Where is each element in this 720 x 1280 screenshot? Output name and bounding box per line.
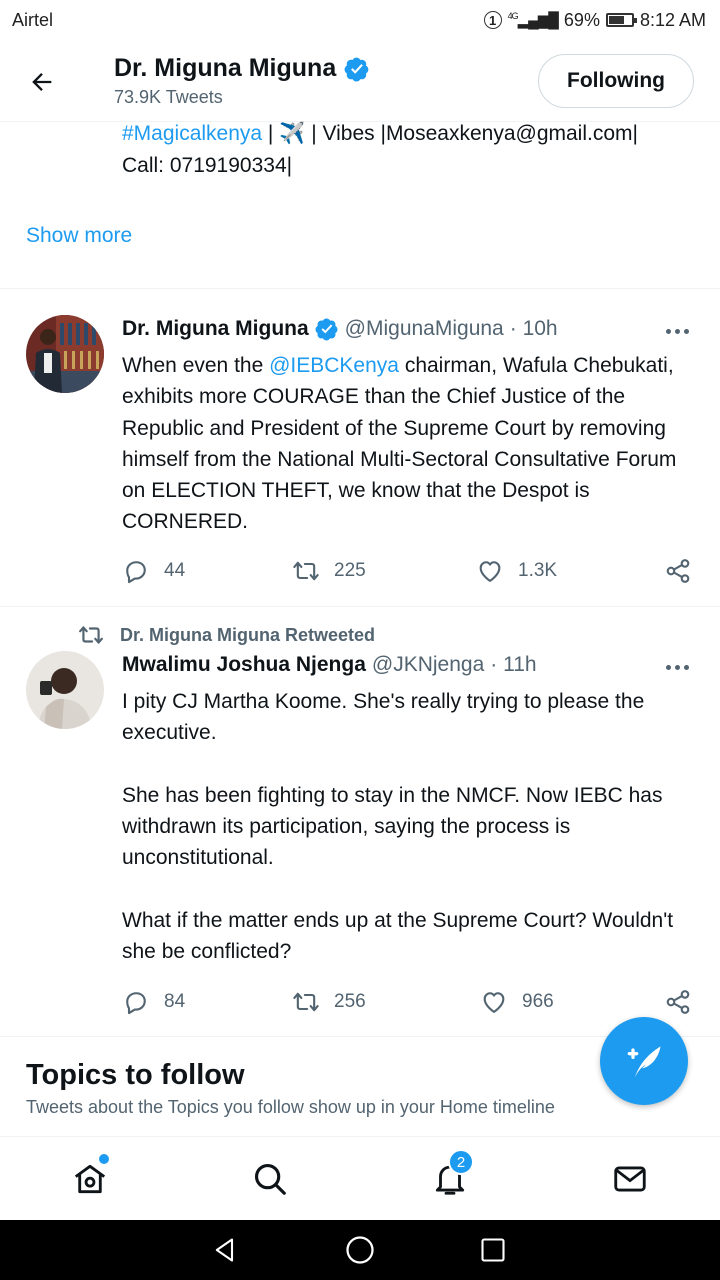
tweets-count: 73.9K Tweets xyxy=(114,87,223,107)
system-back-button[interactable] xyxy=(210,1235,240,1265)
verified-badge-icon xyxy=(315,318,338,341)
back-button[interactable] xyxy=(26,66,58,98)
reply-count: 44 xyxy=(164,560,186,581)
author-name[interactable]: Dr. Miguna Miguna xyxy=(122,317,309,341)
tweet-text: When even the @IEBCKenya chairman, Waful… xyxy=(122,350,697,538)
nav-home[interactable] xyxy=(70,1154,110,1199)
bio-separator: | xyxy=(262,122,280,145)
nav-search[interactable] xyxy=(250,1159,290,1199)
home-icon xyxy=(74,1164,106,1194)
tweet-actions: 44 225 1.3K xyxy=(122,557,694,587)
like-count: 966 xyxy=(522,991,554,1012)
triangle-back-icon xyxy=(215,1238,234,1262)
avatar[interactable] xyxy=(26,315,104,393)
tweet-text-part: When even the xyxy=(122,354,270,377)
following-button[interactable]: Following xyxy=(538,54,694,108)
reply-icon xyxy=(126,992,146,1015)
retweet-count: 225 xyxy=(334,560,366,581)
reply-button[interactable]: 44 xyxy=(122,557,185,585)
bottom-navigation: 2 xyxy=(0,1136,720,1220)
tweet-paragraph: I pity CJ Martha Koome. She's really try… xyxy=(122,690,645,745)
bio-text: | Vibes |Moseaxkenya@gmail.com| xyxy=(305,122,638,145)
envelope-icon xyxy=(614,1166,646,1192)
author-handle: @MigunaMiguna xyxy=(344,317,504,340)
show-more-link[interactable]: Show more xyxy=(26,224,132,248)
like-button[interactable]: 1.3K xyxy=(476,557,557,585)
clock: 8:12 AM xyxy=(639,9,706,30)
status-bar: Airtel 1 4G▂▄▆█ 69% 8:12 AM xyxy=(0,0,720,40)
battery-percent: 69% xyxy=(563,9,600,30)
airplane-emoji-icon: ✈️ xyxy=(279,122,306,145)
tweet-actions: 84 256 966 xyxy=(122,988,694,1018)
tweet-time: · 10h xyxy=(509,317,558,340)
retweet-icon xyxy=(293,992,319,1012)
nav-messages[interactable] xyxy=(610,1159,650,1199)
more-options-button[interactable] xyxy=(662,321,692,341)
nav-notifications[interactable]: 2 xyxy=(430,1149,474,1199)
reply-button[interactable]: 84 xyxy=(122,988,185,1016)
reply-count: 84 xyxy=(164,991,186,1012)
avatar[interactable] xyxy=(26,651,104,729)
compose-tweet-button[interactable] xyxy=(600,1017,688,1105)
battery-icon xyxy=(605,13,637,27)
tweet[interactable]: Dr. Miguna Miguna @MigunaMiguna · 10h Wh… xyxy=(0,288,720,606)
share-icon xyxy=(666,990,690,1014)
data-saver-icon: 1 xyxy=(483,11,502,29)
retweet-button[interactable]: 256 xyxy=(292,988,366,1016)
tweet-text-part: chairman, Wafula Chebukati, exhibits mor… xyxy=(122,354,677,534)
bio-phone: Call: 0719190334| xyxy=(122,154,293,177)
status-indicators: 1 4G▂▄▆█ 69% 8:12 AM xyxy=(483,9,706,31)
system-navigation-bar xyxy=(0,1220,720,1280)
arrow-left-icon xyxy=(32,73,52,91)
profile-bio: #Magicalkenya | ✈️ | Vibes |Moseaxkenya@… xyxy=(122,118,712,182)
tweet-text: I pity CJ Martha Koome. She's really try… xyxy=(122,686,697,968)
profile-header: Dr. Miguna Miguna 73.9K Tweets Following xyxy=(0,40,720,122)
profile-name-text: Dr. Miguna Miguna xyxy=(114,54,337,82)
profile-name: Dr. Miguna Miguna xyxy=(114,54,370,83)
share-icon xyxy=(666,559,690,583)
like-button[interactable]: 966 xyxy=(480,988,554,1016)
mention-link[interactable]: @IEBCKenya xyxy=(269,354,399,377)
compose-feather-icon xyxy=(627,1046,661,1078)
tweet-paragraph: What if the matter ends up at the Suprem… xyxy=(122,909,674,964)
retweet-button[interactable]: 225 xyxy=(292,557,366,585)
heart-icon xyxy=(479,561,501,582)
like-count: 1.3K xyxy=(518,560,558,581)
signal-icon: 4G▂▄▆█ xyxy=(507,11,559,29)
tweet-header: Dr. Miguna Miguna @MigunaMiguna · 10h xyxy=(122,317,558,341)
tweet-paragraph: She has been fighting to stay in the NMC… xyxy=(122,783,663,870)
author-handle: @JKNjenga xyxy=(371,653,485,676)
avatar-image xyxy=(26,651,104,729)
share-button[interactable] xyxy=(664,557,692,585)
reply-icon xyxy=(126,561,146,584)
retweeted-by-text[interactable]: Dr. Miguna Miguna Retweeted xyxy=(120,625,375,646)
share-button[interactable] xyxy=(664,988,692,1016)
tweet-header: Mwalimu Joshua Njenga @JKNjenga · 11h xyxy=(122,653,537,677)
avatar-image xyxy=(26,315,104,393)
home-unread-dot xyxy=(99,1154,109,1164)
retweet-icon xyxy=(79,626,103,644)
heart-icon xyxy=(483,992,505,1013)
retweeted-label: Dr. Miguna Miguna Retweeted xyxy=(78,622,375,648)
bio-hashtag[interactable]: #Magicalkenya xyxy=(122,122,262,145)
author-name[interactable]: Mwalimu Joshua Njenga xyxy=(122,653,366,677)
topics-title: Topics to follow xyxy=(26,1059,245,1091)
circle-home-icon xyxy=(346,1236,374,1264)
tweet-time: · 11h xyxy=(490,653,537,676)
retweet-count: 256 xyxy=(334,991,366,1012)
search-icon xyxy=(254,1163,286,1195)
system-recents-button[interactable] xyxy=(478,1235,508,1265)
notifications-badge: 2 xyxy=(448,1149,474,1175)
retweet-icon xyxy=(293,561,319,581)
tweet[interactable]: Dr. Miguna Miguna Retweeted Mwalimu Josh… xyxy=(0,606,720,1036)
battery-fill xyxy=(608,16,625,24)
verified-badge-icon xyxy=(344,57,369,81)
system-home-button[interactable] xyxy=(345,1235,375,1265)
more-options-button[interactable] xyxy=(662,657,692,677)
topics-subtitle: Tweets about the Topics you follow show … xyxy=(26,1097,555,1117)
carrier-label: Airtel xyxy=(12,9,54,30)
square-recents-icon xyxy=(481,1238,505,1262)
